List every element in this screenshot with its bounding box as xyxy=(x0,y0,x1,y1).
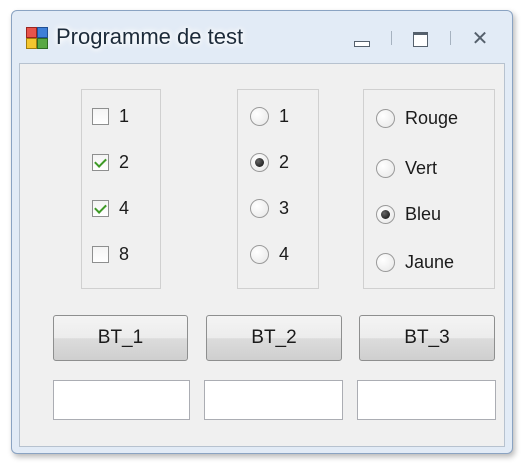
radio-button[interactable] xyxy=(376,158,395,178)
checkbox-8[interactable]: 8 xyxy=(92,242,129,266)
radio-label: 2 xyxy=(279,151,290,172)
bt-1-button[interactable]: BT_1 xyxy=(53,315,188,361)
radio-button[interactable] xyxy=(376,204,395,224)
title-bar[interactable]: Programme de test ✕ xyxy=(12,11,512,63)
radio-label: Bleu xyxy=(405,203,442,224)
checkbox-1[interactable]: 1 xyxy=(92,104,129,128)
textbox-2[interactable] xyxy=(204,380,343,420)
window-title: Programme de test xyxy=(56,24,244,49)
bt-3-button[interactable]: BT_3 xyxy=(359,315,495,361)
bt-2-button[interactable]: BT_2 xyxy=(206,315,342,361)
radio-button[interactable] xyxy=(250,244,269,264)
color-radio-group: Rouge Vert Bleu Jaune xyxy=(363,89,495,289)
radio-label: Jaune xyxy=(405,251,455,272)
radio-button[interactable] xyxy=(250,106,269,126)
number-radio-group: 1 2 3 4 xyxy=(237,89,319,289)
checkbox-2[interactable]: 2 xyxy=(92,150,129,174)
textbox-3[interactable] xyxy=(357,380,496,420)
minimize-icon[interactable] xyxy=(348,29,374,49)
radio-color-jaune[interactable]: Jaune xyxy=(376,250,454,274)
app-icon[interactable] xyxy=(26,27,48,49)
radio-button[interactable] xyxy=(250,152,269,172)
radio-color-rouge[interactable]: Rouge xyxy=(376,106,458,130)
radio-label: Vert xyxy=(405,157,438,178)
radio-label: Rouge xyxy=(405,107,459,128)
checkbox-label: 2 xyxy=(119,151,130,172)
radio-button[interactable] xyxy=(250,198,269,218)
radio-number-2[interactable]: 2 xyxy=(250,150,289,174)
radio-button[interactable] xyxy=(376,108,395,128)
radio-label: 3 xyxy=(279,197,290,218)
separator xyxy=(391,31,392,45)
restore-icon[interactable] xyxy=(407,29,433,49)
checkbox-label: 8 xyxy=(119,243,130,264)
radio-label: 4 xyxy=(279,243,290,264)
radio-color-vert[interactable]: Vert xyxy=(376,156,437,180)
checkbox-box[interactable] xyxy=(92,245,109,263)
radio-number-4[interactable]: 4 xyxy=(250,242,289,266)
radio-color-bleu[interactable]: Bleu xyxy=(376,202,441,226)
separator xyxy=(450,31,451,45)
checkbox-4[interactable]: 4 xyxy=(92,196,129,220)
checkbox-box[interactable] xyxy=(92,107,109,125)
checkbox-box[interactable] xyxy=(92,199,109,217)
radio-number-1[interactable]: 1 xyxy=(250,104,289,128)
textbox-1[interactable] xyxy=(53,380,190,420)
radio-label: 1 xyxy=(279,105,290,126)
radio-number-3[interactable]: 3 xyxy=(250,196,289,220)
checkbox-box[interactable] xyxy=(92,153,109,171)
app-window: Programme de test ✕ 1 2 4 8 1 2 3 4 Roug… xyxy=(11,10,513,454)
radio-button[interactable] xyxy=(376,252,395,272)
form-client-area: 1 2 4 8 1 2 3 4 Rouge Vert Bleu Jaune BT… xyxy=(19,63,505,447)
checkbox-group: 1 2 4 8 xyxy=(81,89,161,289)
close-icon[interactable]: ✕ xyxy=(467,29,493,49)
checkbox-label: 4 xyxy=(119,197,130,218)
checkbox-label: 1 xyxy=(119,105,130,126)
